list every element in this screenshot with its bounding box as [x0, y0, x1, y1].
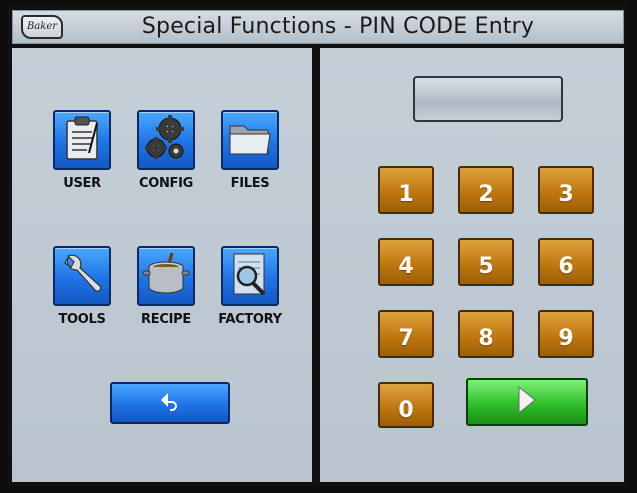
title-bar: Baker Special Functions - PIN CODE Entry	[12, 10, 624, 44]
play-arrow-icon	[517, 385, 537, 419]
folder-icon	[227, 118, 273, 162]
key-5[interactable]: 5	[458, 238, 514, 286]
pin-display	[413, 76, 563, 122]
menu-item-user[interactable]: USER	[42, 110, 122, 191]
menu-item-config[interactable]: CONFIG	[126, 110, 206, 191]
wrench-icon	[61, 252, 103, 300]
config-button[interactable]	[137, 110, 195, 170]
pin-entry-panel: 1 2 3 4 5 6 7 8 9 0	[320, 48, 624, 482]
recipe-button[interactable]	[137, 246, 195, 306]
screen: Baker Special Functions - PIN CODE Entry	[8, 6, 628, 486]
gears-icon	[144, 114, 188, 166]
tools-button[interactable]	[53, 246, 111, 306]
key-2[interactable]: 2	[458, 166, 514, 214]
factory-label: FACTORY	[218, 312, 282, 327]
factory-button[interactable]	[221, 246, 279, 306]
magnifier-icon	[228, 250, 272, 302]
clipboard-icon	[63, 115, 101, 165]
back-arrow-icon	[159, 391, 181, 415]
key-7[interactable]: 7	[378, 310, 434, 358]
menu-item-factory[interactable]: FACTORY	[210, 246, 290, 327]
menu-item-recipe[interactable]: RECIPE	[126, 246, 206, 327]
key-1[interactable]: 1	[378, 166, 434, 214]
key-6[interactable]: 6	[538, 238, 594, 286]
key-4[interactable]: 4	[378, 238, 434, 286]
pot-icon	[142, 251, 190, 301]
enter-button[interactable]	[466, 378, 588, 426]
files-label: FILES	[230, 176, 270, 191]
page-title: Special Functions - PIN CODE Entry	[141, 14, 535, 39]
key-3[interactable]: 3	[538, 166, 594, 214]
key-0[interactable]: 0	[378, 382, 434, 428]
function-menu-panel: USER CONFIG FILES TOOLS RECIPE FACTORY	[12, 48, 312, 482]
user-label: USER	[63, 176, 101, 191]
menu-item-files[interactable]: FILES	[210, 110, 290, 191]
tools-label: TOOLS	[58, 312, 106, 327]
menu-item-tools[interactable]: TOOLS	[42, 246, 122, 327]
user-button[interactable]	[53, 110, 111, 170]
back-button[interactable]	[110, 382, 230, 424]
key-9[interactable]: 9	[538, 310, 594, 358]
files-button[interactable]	[221, 110, 279, 170]
key-8[interactable]: 8	[458, 310, 514, 358]
config-label: CONFIG	[138, 176, 194, 191]
recipe-label: RECIPE	[141, 312, 191, 327]
